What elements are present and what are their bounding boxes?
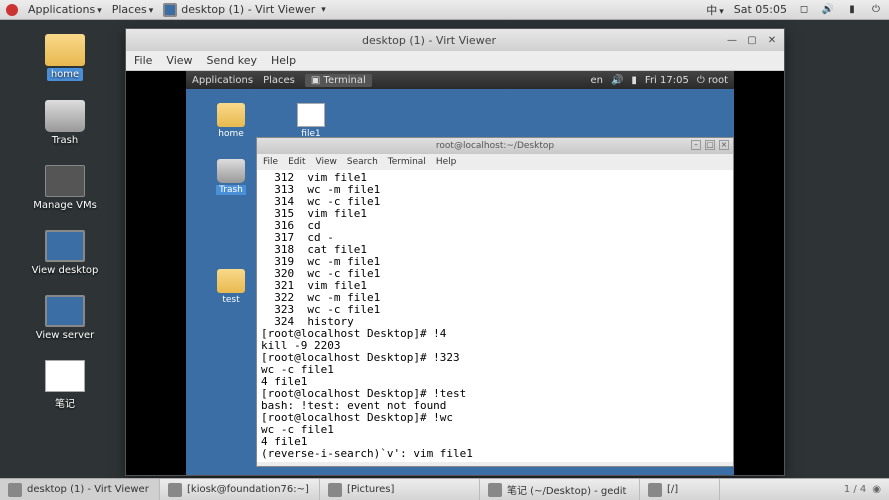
desktop-icon-trash[interactable]: Trash xyxy=(30,100,100,146)
desktop-icon-view-desktop[interactable]: View desktop xyxy=(30,230,100,276)
folder-icon xyxy=(648,483,662,497)
folder-icon xyxy=(328,483,342,497)
window-titlebar[interactable]: desktop (1) - Virt Viewer — ▢ ✕ xyxy=(126,29,784,51)
power-icon[interactable]: ⏻ xyxy=(869,3,883,17)
home-folder-icon xyxy=(217,103,245,127)
document-icon xyxy=(45,360,85,392)
virt-viewer-menubar: File View Send key Help xyxy=(126,51,784,71)
terminal-icon xyxy=(168,483,182,497)
terminal-menubar: File Edit View Search Terminal Help xyxy=(257,154,733,170)
terminal-title: root@localhost:~/Desktop xyxy=(436,141,554,151)
terminal-maximize[interactable]: ▢ xyxy=(705,140,715,150)
gnome-top-panel: Applications▾ Places▾ desktop (1) - Virt… xyxy=(0,0,889,20)
task-pictures[interactable]: [Pictures] xyxy=(320,479,480,500)
gedit-icon xyxy=(488,483,502,497)
guest-places-menu[interactable]: Places xyxy=(263,75,295,86)
desktop-icon-view-server[interactable]: View server xyxy=(30,295,100,341)
task-root[interactable]: [/] xyxy=(640,479,720,500)
task-terminal[interactable]: [kiosk@foundation76:~] xyxy=(160,479,320,500)
virt-viewer-window[interactable]: desktop (1) - Virt Viewer — ▢ ✕ File Vie… xyxy=(125,28,785,476)
tmenu-search[interactable]: Search xyxy=(347,157,378,167)
monitor-icon xyxy=(8,483,22,497)
guest-volume-icon[interactable]: 🔊 xyxy=(611,75,623,86)
workspace-pager[interactable]: 1 / 4 xyxy=(844,484,866,495)
tray-icon[interactable]: ◉ xyxy=(872,484,881,495)
terminal-minimize[interactable]: – xyxy=(691,140,701,150)
monitor-icon xyxy=(45,295,85,327)
guest-apps-menu[interactable]: Applications xyxy=(192,75,253,86)
guest-desktop[interactable]: home file1 Trash test xyxy=(186,89,734,475)
guest-icon-test[interactable]: test xyxy=(206,269,256,305)
maximize-button[interactable]: ▢ xyxy=(746,34,758,46)
tmenu-edit[interactable]: Edit xyxy=(288,157,305,167)
menu-view[interactable]: View xyxy=(166,54,192,67)
guest-input-method[interactable]: en xyxy=(590,75,603,86)
taskbar-tray: 1 / 4 ◉ xyxy=(836,484,889,495)
guest-icon-trash[interactable]: Trash xyxy=(206,159,256,195)
menu-file[interactable]: File xyxy=(134,54,152,67)
places-menu[interactable]: Places▾ xyxy=(112,3,154,16)
guest-top-panel: Applications Places ▣ Terminal en 🔊 ▮ Fr… xyxy=(186,71,734,89)
a11y-icon[interactable]: ◻ xyxy=(797,3,811,17)
guest-user-menu[interactable]: ⏻ root xyxy=(697,75,728,86)
desktop-icon-manage-vms[interactable]: Manage VMs xyxy=(30,165,100,211)
tmenu-view[interactable]: View xyxy=(316,157,337,167)
guest-clock[interactable]: Fri 17:05 xyxy=(645,75,689,86)
window-title: desktop (1) - Virt Viewer xyxy=(132,34,726,47)
terminal-close[interactable]: × xyxy=(719,140,729,150)
vm-icon xyxy=(45,165,85,197)
volume-icon[interactable]: 🔊 xyxy=(821,3,835,17)
activities-icon[interactable] xyxy=(6,4,18,16)
menu-sendkey[interactable]: Send key xyxy=(207,54,257,67)
terminal-output[interactable]: 312 vim file1 313 wc -m file1 314 wc -c … xyxy=(257,170,733,462)
home-folder-icon xyxy=(45,34,85,66)
terminal-titlebar[interactable]: root@localhost:~/Desktop – ▢ × xyxy=(257,138,733,154)
guest-icon-file1[interactable]: file1 xyxy=(286,103,336,139)
folder-icon xyxy=(217,269,245,293)
desktop-icon-note[interactable]: 笔记 xyxy=(30,360,100,410)
monitor-icon xyxy=(163,3,177,17)
task-virt-viewer[interactable]: desktop (1) - Virt Viewer xyxy=(0,479,160,500)
window-menu[interactable]: desktop (1) - Virt Viewer▾ xyxy=(163,3,326,17)
tmenu-help[interactable]: Help xyxy=(436,157,457,167)
clock[interactable]: Sat 05:05 xyxy=(734,3,787,16)
task-gedit[interactable]: 笔记 (~/Desktop) - gedit xyxy=(480,479,640,500)
guest-terminal-launcher[interactable]: ▣ Terminal xyxy=(305,74,372,87)
battery-icon[interactable]: ▮ xyxy=(845,3,859,17)
tmenu-terminal[interactable]: Terminal xyxy=(388,157,426,167)
minimize-button[interactable]: — xyxy=(726,34,738,46)
applications-menu[interactable]: Applications▾ xyxy=(28,3,102,16)
guest-battery-icon[interactable]: ▮ xyxy=(631,75,637,86)
host-desktop[interactable]: home Trash Manage VMs View desktop View … xyxy=(0,20,889,478)
trash-icon xyxy=(45,100,85,132)
close-button[interactable]: ✕ xyxy=(766,34,778,46)
tmenu-file[interactable]: File xyxy=(263,157,278,167)
host-taskbar: desktop (1) - Virt Viewer [kiosk@foundat… xyxy=(0,478,889,500)
trash-icon xyxy=(217,159,245,183)
guest-icon-home[interactable]: home xyxy=(206,103,256,139)
document-icon xyxy=(297,103,325,127)
monitor-icon xyxy=(45,230,85,262)
menu-help[interactable]: Help xyxy=(271,54,296,67)
input-method[interactable]: 中▾ xyxy=(706,2,724,18)
vm-framebuffer[interactable]: Applications Places ▣ Terminal en 🔊 ▮ Fr… xyxy=(126,71,784,475)
desktop-icon-home[interactable]: home xyxy=(30,34,100,80)
gnome-terminal-window[interactable]: root@localhost:~/Desktop – ▢ × File Edit… xyxy=(256,137,734,467)
